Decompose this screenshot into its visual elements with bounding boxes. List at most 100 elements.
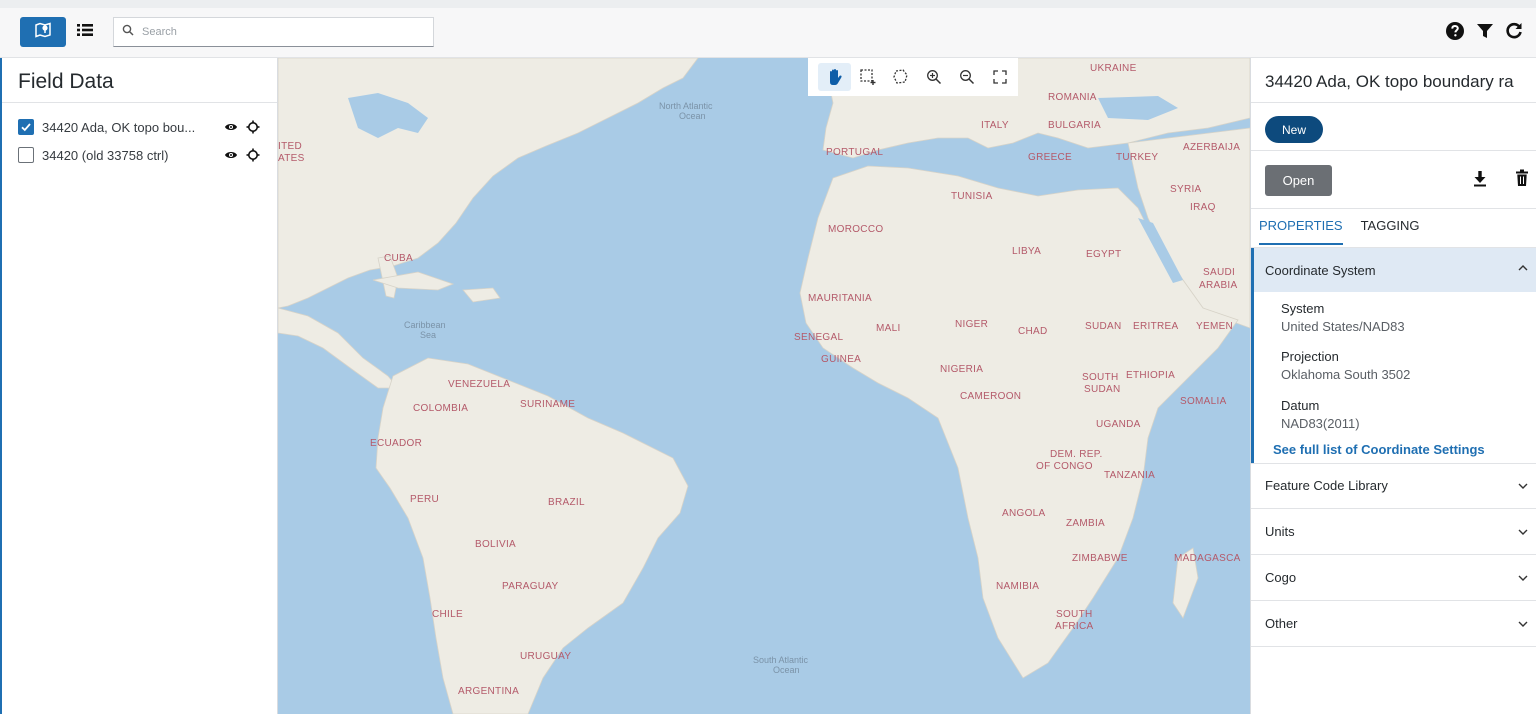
- panel-title: Field Data: [18, 70, 114, 93]
- map-label-libya: LIBYA: [1012, 246, 1041, 257]
- cogo-section[interactable]: Cogo: [1251, 555, 1536, 601]
- delete-button[interactable]: [1512, 169, 1532, 191]
- tab-bar: PROPERTIES TAGGING: [1259, 218, 1420, 245]
- map-label-chile: CHILE: [432, 609, 463, 620]
- map-toolbar: [808, 58, 1018, 96]
- search-box[interactable]: [113, 17, 434, 47]
- section-label: Feature Code Library: [1265, 478, 1388, 493]
- units-section[interactable]: Units: [1251, 509, 1536, 555]
- refresh-button[interactable]: [1503, 22, 1525, 44]
- map-canvas[interactable]: UKRAINE ROMANIA ITALY BULGARIA AZERBAIJA…: [278, 58, 1250, 714]
- lasso-select-icon: [892, 68, 910, 86]
- list-view-icon: [76, 22, 94, 43]
- ocean-label-south-atlantic-1: South Atlantic: [753, 655, 809, 665]
- map-label-brazil: BRAZIL: [548, 497, 585, 508]
- map-label-guinea: GUINEA: [821, 354, 861, 365]
- map-label-ethiopia: ETHIOPIA: [1126, 370, 1175, 381]
- ocean-label-north-atlantic-1: North Atlantic: [659, 101, 713, 111]
- layer-checkbox[interactable]: [18, 147, 34, 163]
- map-label-mauritania: MAURITANIA: [808, 293, 872, 304]
- map-label-bulgaria: BULGARIA: [1048, 120, 1101, 131]
- divider: [1251, 102, 1536, 103]
- map-label-turkey: TURKEY: [1116, 152, 1158, 163]
- fit-extent-tool-button[interactable]: [983, 63, 1016, 91]
- zoom-out-tool-button[interactable]: [950, 63, 983, 91]
- map-label-cuba: CUBA: [384, 253, 413, 264]
- zoom-to-layer-crosshair-icon[interactable]: [244, 146, 262, 164]
- fit-extent-icon: [992, 69, 1008, 85]
- projection-value: Oklahoma South 3502: [1281, 367, 1411, 382]
- zoom-in-tool-button[interactable]: [917, 63, 950, 91]
- other-section[interactable]: Other: [1251, 601, 1536, 647]
- map-label-zimbabwe: ZIMBABWE: [1072, 553, 1128, 564]
- coordinate-system-section: Coordinate System System United States/N…: [1251, 248, 1536, 463]
- divider: [2, 102, 277, 103]
- datum-property: Datum NAD83(2011): [1281, 398, 1360, 431]
- map-label-greece: GREECE: [1028, 152, 1072, 163]
- system-label: System: [1281, 301, 1325, 316]
- map-label-niger: NIGER: [955, 319, 988, 330]
- ocean-label-north-atlantic-2: Ocean: [679, 111, 706, 121]
- layer-row[interactable]: 34420 (old 33758 ctrl): [18, 144, 268, 166]
- map-label-romania: ROMANIA: [1048, 92, 1097, 103]
- map-view-button[interactable]: [20, 17, 66, 47]
- map-label-sudan: SUDAN: [1085, 321, 1122, 332]
- map-label-south-africa-1: SOUTH: [1056, 609, 1093, 620]
- map-label-mali: MALI: [876, 323, 901, 334]
- map-label-arabia: ARABIA: [1199, 280, 1238, 291]
- app-window: Field Data 34420 Ada, OK topo bou... 344…: [0, 0, 1536, 714]
- tab-properties[interactable]: PROPERTIES: [1259, 218, 1343, 245]
- chevron-down-icon: [1517, 480, 1529, 495]
- map-label-venezuela: VENEZUELA: [448, 379, 510, 390]
- map-label-cameroon: CAMEROON: [960, 391, 1021, 402]
- tab-tagging[interactable]: TAGGING: [1361, 218, 1420, 245]
- map-label-united-states-1: ITED: [278, 141, 302, 152]
- layer-row[interactable]: 34420 Ada, OK topo bou...: [18, 116, 268, 138]
- filter-icon: [1476, 22, 1494, 45]
- section-label: Units: [1265, 524, 1295, 539]
- map-label-somalia: SOMALIA: [1180, 396, 1227, 407]
- coordinate-settings-link[interactable]: See full list of Coordinate Settings: [1273, 442, 1485, 457]
- filter-button[interactable]: [1474, 22, 1496, 44]
- layer-checkbox[interactable]: [18, 119, 34, 135]
- search-input[interactable]: [142, 26, 422, 38]
- visibility-eye-icon[interactable]: [222, 118, 240, 136]
- map-label-paraguay: PARAGUAY: [502, 581, 559, 592]
- datum-value: NAD83(2011): [1281, 416, 1360, 431]
- download-icon: [1472, 169, 1488, 192]
- map-label-senegal: SENEGAL: [794, 332, 843, 343]
- pan-hand-icon: [827, 68, 843, 86]
- system-value: United States/NAD83: [1281, 319, 1405, 334]
- layer-name: 34420 Ada, OK topo bou...: [42, 119, 196, 135]
- coordinate-system-header[interactable]: Coordinate System: [1254, 248, 1536, 292]
- map-label-tanzania: TANZANIA: [1104, 470, 1155, 481]
- map-label-syria: SYRIA: [1170, 184, 1202, 195]
- feature-code-library-section[interactable]: Feature Code Library: [1251, 463, 1536, 509]
- map-view-icon: [34, 21, 52, 44]
- divider: [1251, 150, 1536, 151]
- map-label-portugal: PORTUGAL: [826, 147, 883, 158]
- zoom-to-layer-crosshair-icon[interactable]: [244, 118, 262, 136]
- box-select-icon: [859, 68, 877, 86]
- trash-icon: [1515, 169, 1529, 192]
- download-button[interactable]: [1470, 169, 1490, 191]
- map-label-namibia: NAMIBIA: [996, 581, 1039, 592]
- open-button[interactable]: Open: [1265, 165, 1332, 196]
- map-label-suriname: SURINAME: [520, 399, 575, 410]
- map-label-south-africa-2: AFRICA: [1055, 621, 1094, 632]
- section-label: Other: [1265, 616, 1298, 631]
- help-button[interactable]: [1444, 21, 1466, 44]
- map-label-ecuador: ECUADOR: [370, 438, 422, 449]
- box-select-tool-button[interactable]: [851, 63, 884, 91]
- top-toolbar: [0, 0, 1536, 58]
- lasso-select-tool-button[interactable]: [884, 63, 917, 91]
- dataset-title: 34420 Ada, OK topo boundary ra: [1265, 72, 1514, 91]
- map-label-iraq: IRAQ: [1190, 202, 1216, 213]
- ocean-label-south-atlantic-2: Ocean: [773, 665, 800, 675]
- new-button[interactable]: New: [1265, 116, 1323, 143]
- pan-tool-button[interactable]: [818, 63, 851, 91]
- visibility-eye-icon[interactable]: [222, 146, 240, 164]
- list-view-button[interactable]: [70, 17, 100, 47]
- map-label-uruguay: URUGUAY: [520, 651, 571, 662]
- projection-label: Projection: [1281, 349, 1339, 364]
